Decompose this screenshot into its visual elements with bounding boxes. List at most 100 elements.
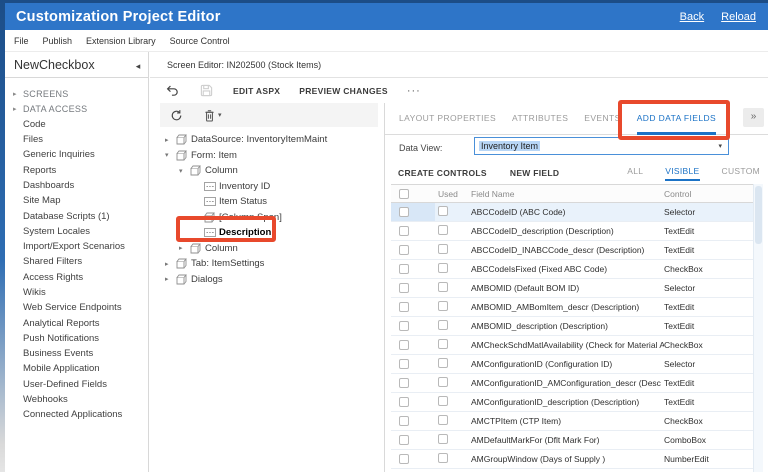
used-checkbox[interactable] xyxy=(438,206,448,216)
row-select-checkbox[interactable] xyxy=(399,283,409,293)
sidebar-item-code[interactable]: Code xyxy=(5,117,148,132)
table-row[interactable]: ABCCodeID (ABC Code)Selector xyxy=(391,203,753,222)
chevron-down-icon[interactable]: ▾ xyxy=(165,151,176,159)
tree-node-form-item[interactable]: ▾Form: Item xyxy=(160,148,378,164)
tab-layout-properties[interactable]: LAYOUT PROPERTIES xyxy=(399,103,496,135)
back-link[interactable]: Back xyxy=(680,11,704,23)
table-row[interactable]: AMDefaultMarkFor (Dflt Mark For)ComboBox xyxy=(391,431,753,450)
tree-node-inventory-id[interactable]: Inventory ID xyxy=(160,179,378,195)
used-checkbox[interactable] xyxy=(438,244,448,254)
data-view-dropdown[interactable]: Inventory Item ▾ xyxy=(474,137,729,155)
used-checkbox[interactable] xyxy=(438,301,448,311)
used-checkbox[interactable] xyxy=(438,282,448,292)
sidebar-item-system-locales[interactable]: System Locales xyxy=(5,224,148,239)
tree-node-description[interactable]: Description xyxy=(160,225,378,241)
sidebar-item-database-scripts-1[interactable]: Database Scripts (1) xyxy=(5,208,148,223)
used-checkbox[interactable] xyxy=(438,320,448,330)
chevron-down-icon[interactable]: ▾ xyxy=(179,167,190,175)
table-row[interactable]: AMConfigurationID (Configuration ID)Sele… xyxy=(391,355,753,374)
sidebar-item-webhooks[interactable]: Webhooks xyxy=(5,392,148,407)
preview-changes-button[interactable]: PREVIEW CHANGES xyxy=(299,86,388,96)
used-checkbox[interactable] xyxy=(438,225,448,235)
sidebar-group-data-access[interactable]: ▸DATA ACCESS xyxy=(5,101,148,116)
select-all-checkbox[interactable] xyxy=(399,189,409,199)
menu-item-source-control[interactable]: Source Control xyxy=(170,36,230,46)
save-icon[interactable] xyxy=(199,83,214,98)
sidebar-item-push-notifications[interactable]: Push Notifications xyxy=(5,331,148,346)
tree-node-datasource-inventoryitemmaint[interactable]: ▸DataSource: InventoryItemMaint xyxy=(160,132,378,148)
sidebar-item-import-export-scenarios[interactable]: Import/Export Scenarios xyxy=(5,239,148,254)
sidebar-item-mobile-application[interactable]: Mobile Application xyxy=(5,361,148,376)
sidebar-item-files[interactable]: Files xyxy=(5,132,148,147)
table-row[interactable]: AMCheckSchdMatlAvailability (Check for M… xyxy=(391,336,753,355)
menu-item-extension-library[interactable]: Extension Library xyxy=(86,36,156,46)
table-row[interactable]: AMBOMID_AMBomItem_descr (Description)Tex… xyxy=(391,298,753,317)
row-select-checkbox[interactable] xyxy=(399,378,409,388)
used-checkbox[interactable] xyxy=(438,263,448,273)
tree-node-item-status[interactable]: Item Status xyxy=(160,194,378,210)
used-checkbox[interactable] xyxy=(438,358,448,368)
row-select-checkbox[interactable] xyxy=(399,207,409,217)
table-row[interactable]: ABCCodeIsFixed (Fixed ABC Code)CheckBox xyxy=(391,260,753,279)
sidebar-item-user-defined-fields[interactable]: User-Defined Fields xyxy=(5,377,148,392)
row-select-checkbox[interactable] xyxy=(399,245,409,255)
filter-all[interactable]: ALL xyxy=(627,166,643,181)
used-checkbox[interactable] xyxy=(438,396,448,406)
tree-node-column[interactable]: ▸Column xyxy=(160,241,378,257)
undo-icon[interactable] xyxy=(165,83,180,98)
menu-item-publish[interactable]: Publish xyxy=(43,36,73,46)
tab-add-data-fields[interactable]: ADD DATA FIELDS xyxy=(637,103,716,135)
tree-node-column[interactable]: ▾Column xyxy=(160,163,378,179)
row-select-checkbox[interactable] xyxy=(399,397,409,407)
row-select-checkbox[interactable] xyxy=(399,416,409,426)
row-select-checkbox[interactable] xyxy=(399,302,409,312)
new-field-button[interactable]: NEW FIELD xyxy=(510,168,559,178)
row-select-checkbox[interactable] xyxy=(399,226,409,236)
more-actions-icon[interactable]: ··· xyxy=(407,85,421,97)
table-row[interactable]: AMGroupWindow (Days of Supply )NumberEdi… xyxy=(391,450,753,469)
sidebar-item-access-rights[interactable]: Access Rights xyxy=(5,270,148,285)
reload-link[interactable]: Reload xyxy=(721,11,756,23)
row-select-checkbox[interactable] xyxy=(399,435,409,445)
chevron-right-icon[interactable]: ▸ xyxy=(165,275,176,283)
scrollbar-thumb[interactable] xyxy=(755,186,762,244)
sidebar-group-screens[interactable]: ▸SCREENS xyxy=(5,86,148,101)
sidebar-item-dashboards[interactable]: Dashboards xyxy=(5,178,148,193)
row-select-checkbox[interactable] xyxy=(399,359,409,369)
filter-visible[interactable]: VISIBLE xyxy=(665,166,699,181)
create-controls-button[interactable]: CREATE CONTROLS xyxy=(398,168,487,178)
table-row[interactable]: AMBOMID (Default BOM ID)Selector xyxy=(391,279,753,298)
edit-aspx-button[interactable]: EDIT ASPX xyxy=(233,86,280,96)
refresh-icon[interactable] xyxy=(169,108,184,123)
menu-item-file[interactable]: File xyxy=(14,36,29,46)
expand-panel-icon[interactable]: » xyxy=(743,108,764,127)
row-select-checkbox[interactable] xyxy=(399,454,409,464)
table-row[interactable]: AMCTPItem (CTP Item)CheckBox xyxy=(391,412,753,431)
sidebar-item-shared-filters[interactable]: Shared Filters xyxy=(5,254,148,269)
sidebar-item-reports[interactable]: Reports xyxy=(5,162,148,177)
table-row[interactable]: AMConfigurationID_description (Descripti… xyxy=(391,393,753,412)
used-checkbox[interactable] xyxy=(438,339,448,349)
tab-attributes[interactable]: ATTRIBUTES xyxy=(512,103,568,135)
tree-node-column-span[interactable]: [Column Span] xyxy=(160,210,378,226)
used-checkbox[interactable] xyxy=(438,415,448,425)
sidebar-item-generic-inquiries[interactable]: Generic Inquiries xyxy=(5,147,148,162)
used-checkbox[interactable] xyxy=(438,377,448,387)
table-row[interactable]: AMConfigurationID_AMConfiguration_descr … xyxy=(391,374,753,393)
sidebar-item-wikis[interactable]: Wikis xyxy=(5,285,148,300)
row-select-checkbox[interactable] xyxy=(399,264,409,274)
sidebar-item-analytical-reports[interactable]: Analytical Reports xyxy=(5,315,148,330)
sidebar-collapse-icon[interactable]: ◂ xyxy=(131,59,145,73)
chevron-right-icon[interactable]: ▸ xyxy=(165,260,176,268)
delete-control-button[interactable]: ▾ xyxy=(204,109,222,122)
table-row[interactable]: ABCCodeID_description (Description)TextE… xyxy=(391,222,753,241)
sidebar-item-site-map[interactable]: Site Map xyxy=(5,193,148,208)
table-scrollbar[interactable] xyxy=(753,184,763,472)
chevron-right-icon[interactable]: ▸ xyxy=(179,244,190,252)
sidebar-item-business-events[interactable]: Business Events xyxy=(5,346,148,361)
sidebar-item-web-service-endpoints[interactable]: Web Service Endpoints xyxy=(5,300,148,315)
tree-node-tab-itemsettings[interactable]: ▸Tab: ItemSettings xyxy=(160,256,378,272)
tree-node-dialogs[interactable]: ▸Dialogs xyxy=(160,272,378,288)
sidebar-item-connected-applications[interactable]: Connected Applications xyxy=(5,407,148,422)
tab-events[interactable]: EVENTS xyxy=(584,103,620,135)
